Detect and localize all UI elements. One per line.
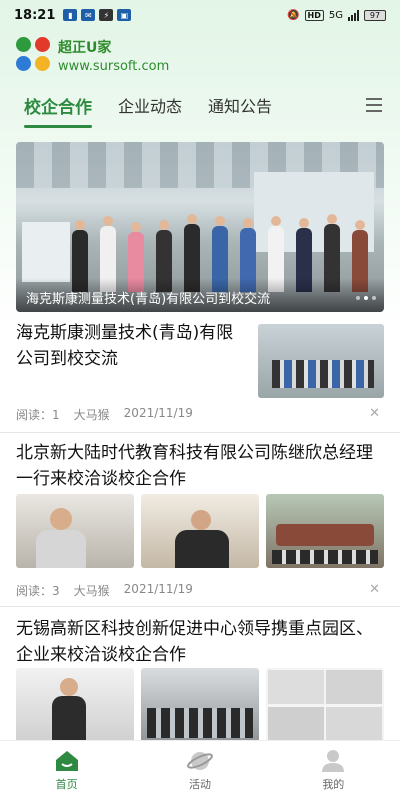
nav-home-label: 首页 xyxy=(55,778,78,791)
bottom-navigation: 首页 活动 我的 xyxy=(0,740,400,800)
app-notification-icon: ▮ xyxy=(63,9,78,21)
planet-icon xyxy=(187,752,213,770)
battery-icon: 97 xyxy=(364,9,386,21)
logo-icon xyxy=(16,37,52,73)
app-notification-icon: ✉ xyxy=(81,9,96,21)
read-label: 阅读： xyxy=(16,408,53,422)
nav-home[interactable]: 首页 xyxy=(0,741,133,800)
menu-icon[interactable] xyxy=(366,98,382,112)
article-thumbnail xyxy=(258,324,384,398)
network-type: 5G xyxy=(328,9,343,21)
article-title: 无锡高新区科技创新促进中心领导携重点园区、企业来校洽谈校企合作 xyxy=(16,619,373,665)
read-count: 1 xyxy=(52,408,60,422)
app-notification-icon: ⚡ xyxy=(99,9,114,21)
signal-icon xyxy=(348,9,359,21)
nav-activities-label: 活动 xyxy=(188,778,211,791)
nav-profile-label: 我的 xyxy=(322,778,345,791)
article-item[interactable]: 无锡高新区科技创新促进中心领导携重点园区、企业来校洽谈校企合作 xyxy=(16,616,384,746)
dismiss-icon[interactable]: ✕ xyxy=(369,406,380,421)
hd-icon: HD xyxy=(304,9,324,21)
app-notification-icon: ▣ xyxy=(117,9,132,21)
brand-name: 超正U家 xyxy=(58,39,112,56)
article-title: 海克斯康测量技术(青岛)有限公司到校交流 xyxy=(16,323,234,369)
read-count: 3 xyxy=(52,584,60,598)
nav-activities[interactable]: 活动 xyxy=(133,741,266,800)
status-bar: 18:21 ▮ ✉ ⚡ ▣ 🔕 HD 5G 97 xyxy=(0,0,400,30)
banner-carousel[interactable]: 海克斯康测量技术(青岛)有限公司到校交流 xyxy=(16,142,384,312)
user-icon xyxy=(322,750,345,772)
tab-school-enterprise[interactable]: 校企合作 xyxy=(24,80,92,130)
article-title: 北京新大陆时代教育科技有限公司陈继欣总经理一行来校洽谈校企合作 xyxy=(16,443,373,489)
dismiss-icon[interactable]: ✕ xyxy=(369,582,380,597)
home-icon xyxy=(55,751,78,771)
banner-caption: 海克斯康测量技术(青岛)有限公司到校交流 xyxy=(16,278,384,312)
article-date: 2021/11/19 xyxy=(123,582,193,596)
article-thumbnail xyxy=(16,494,134,568)
battery-level: 97 xyxy=(369,10,381,20)
read-label: 阅读： xyxy=(16,584,53,598)
brand-header: 超正U家 www.sursoft.com xyxy=(0,30,400,80)
brand-url: www.sursoft.com xyxy=(58,58,170,74)
divider xyxy=(0,606,400,607)
status-time: 18:21 xyxy=(14,7,56,23)
article-item[interactable]: 北京新大陆时代教育科技有限公司陈继欣总经理一行来校洽谈校企合作 阅读：3 大马猴… xyxy=(16,440,384,600)
notification-icons: ▮ ✉ ⚡ ▣ xyxy=(63,9,132,21)
article-date: 2021/11/19 xyxy=(123,406,193,420)
article-meta: 阅读：1 大马猴 2021/11/19 xyxy=(16,406,193,423)
article-author: 大马猴 xyxy=(73,408,110,422)
article-thumbnail xyxy=(266,494,384,568)
article-item[interactable]: 海克斯康测量技术(青岛)有限公司到校交流 阅读：1 大马猴 2021/11/19… xyxy=(16,320,384,430)
article-thumbnail xyxy=(16,668,134,744)
tab-notices[interactable]: 通知公告 xyxy=(208,80,272,130)
article-author: 大马猴 xyxy=(73,584,110,598)
carousel-indicator xyxy=(356,296,376,300)
category-tabs: 校企合作 企业动态 通知公告 xyxy=(0,80,400,130)
article-meta: 阅读：3 大马猴 2021/11/19 xyxy=(16,582,193,599)
divider xyxy=(0,432,400,433)
system-indicators: 🔕 HD 5G 97 xyxy=(287,9,386,21)
tab-enterprise-news[interactable]: 企业动态 xyxy=(118,80,182,130)
silent-icon: 🔕 xyxy=(287,9,300,21)
article-thumbnail xyxy=(141,494,259,568)
article-thumbnail xyxy=(141,668,259,744)
article-thumbnail xyxy=(266,668,384,744)
nav-profile[interactable]: 我的 xyxy=(267,741,400,800)
